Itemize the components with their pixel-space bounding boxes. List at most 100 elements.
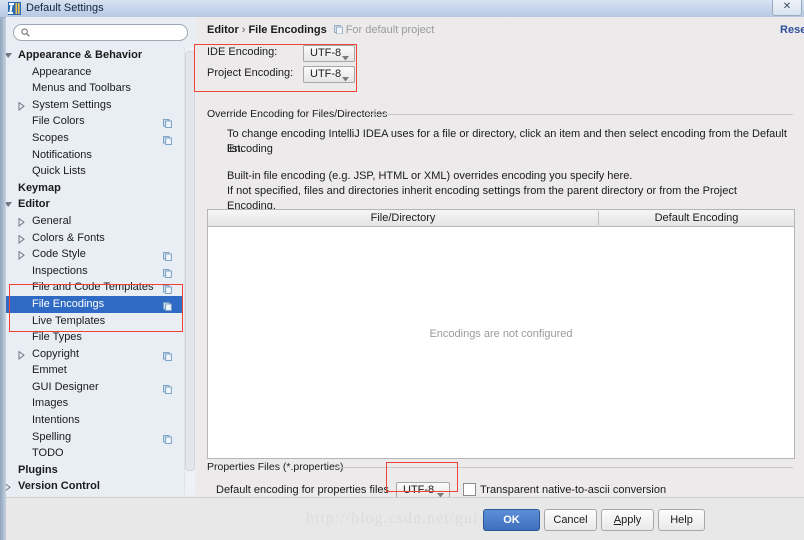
- sidebar-item-label: Plugins: [18, 463, 58, 476]
- sidebar-item-label: Live Templates: [32, 314, 106, 327]
- sidebar-item-file-colors[interactable]: File Colors: [6, 113, 182, 130]
- sidebar-item-system-settings[interactable]: System Settings: [6, 97, 182, 114]
- sidebar-item-label: Menus and Toolbars: [32, 82, 131, 95]
- project-encoding-label: Project Encoding:: [207, 67, 294, 79]
- chevron-right-icon[interactable]: [18, 213, 27, 230]
- sidebar-item-copyright[interactable]: Copyright: [6, 346, 182, 363]
- sidebar-item-spelling[interactable]: Spelling: [6, 429, 182, 446]
- encoding-settings-group: IDE Encoding: UTF-8 Project Encoding: UT…: [207, 43, 372, 85]
- breadcrumb-parent[interactable]: Editor: [207, 24, 239, 36]
- sidebar-item-label: Version Control: [18, 480, 100, 493]
- sidebar-item-intentions[interactable]: Intentions: [6, 412, 182, 429]
- sidebar-item-editor[interactable]: Editor: [6, 196, 182, 213]
- shared-settings-icon: [163, 283, 172, 295]
- dialog-footer: http://blog.csdn.net/guiying712 OK Cance…: [6, 497, 804, 540]
- properties-group-title: Properties Files (*.properties): [207, 461, 348, 473]
- shared-settings-icon: [163, 300, 172, 311]
- sidebar-item-label: File Types: [32, 331, 82, 344]
- breadcrumb-note-text: For default project: [345, 24, 435, 36]
- sidebar-item-file-types[interactable]: File Types: [6, 329, 182, 346]
- chevron-right-icon[interactable]: [18, 97, 27, 114]
- reset-link[interactable]: Reset: [780, 24, 804, 36]
- search-icon: [21, 28, 30, 37]
- sidebar-item-scopes[interactable]: Scopes: [6, 130, 182, 147]
- apply-button[interactable]: Apply: [601, 509, 654, 531]
- sidebar-item-label: Emmet: [32, 364, 67, 377]
- sidebar-item-label: Notifications: [32, 148, 92, 161]
- sidebar-item-label: System Settings: [32, 98, 112, 111]
- chevron-right-icon[interactable]: [18, 246, 27, 263]
- file-encodings-panel: Editor › File Encodings For default project…: [196, 17, 804, 499]
- sidebar-item-file-and-code-templates[interactable]: File and Code Templates: [6, 279, 182, 296]
- sidebar-item-version-control[interactable]: Version Control: [6, 478, 182, 495]
- sidebar-item-label: Appearance & Behavior: [18, 49, 143, 61]
- sidebar-item-label: Keymap: [18, 181, 61, 194]
- sidebar-item-todo[interactable]: TODO: [6, 445, 182, 462]
- window-title: Default Settings: [26, 2, 104, 14]
- intellij-idea-icon: [8, 2, 21, 15]
- project-encoding-combo[interactable]: UTF-8: [303, 66, 355, 83]
- chevron-right-icon[interactable]: [6, 478, 13, 495]
- sidebar-item-gui-designer[interactable]: GUI Designer: [6, 379, 182, 396]
- sidebar-item-general[interactable]: General: [6, 213, 182, 230]
- sidebar-item-label: Intentions: [32, 414, 80, 427]
- sidebar-item-label: File Colors: [32, 115, 85, 128]
- sidebar-item-notifications[interactable]: Notifications: [6, 147, 182, 164]
- chevron-down-icon: [342, 72, 349, 87]
- sidebar-item-label: Editor: [18, 198, 50, 211]
- shared-settings-icon: [163, 350, 172, 361]
- sidebar-item-appearance[interactable]: Appearance: [6, 64, 182, 81]
- chevron-down-icon[interactable]: [6, 47, 13, 64]
- breadcrumb-note: For default project: [333, 24, 435, 36]
- sidebar-item-quick-lists[interactable]: Quick Lists: [6, 163, 182, 180]
- chevron-right-icon[interactable]: [18, 230, 27, 247]
- sidebar-item-inspections[interactable]: Inspections: [6, 263, 182, 280]
- ide-encoding-combo[interactable]: UTF-8: [303, 45, 355, 62]
- transparent-conversion-checkbox[interactable]: [463, 483, 476, 496]
- sidebar-item-label: GUI Designer: [32, 380, 99, 393]
- cancel-button[interactable]: Cancel: [544, 509, 597, 531]
- sidebar-scrollbar-thumb[interactable]: [185, 51, 195, 471]
- chevron-down-icon[interactable]: [6, 196, 13, 213]
- ide-encoding-label: IDE Encoding:: [207, 46, 278, 58]
- sidebar-item-label: TODO: [32, 447, 64, 460]
- properties-group-divider: [336, 467, 793, 468]
- table-empty-message: Encodings are not configured: [429, 328, 573, 340]
- breadcrumb-current: File Encodings: [248, 24, 327, 36]
- encodings-table[interactable]: File/Directory Default Encoding Encoding…: [207, 209, 795, 459]
- shared-settings-icon: [163, 117, 172, 129]
- help-button[interactable]: Help: [658, 509, 705, 531]
- sidebar-item-menus-and-toolbars[interactable]: Menus and Toolbars: [6, 80, 182, 97]
- search-field-wrapper: [13, 24, 188, 41]
- sidebar-item-appearance-behavior[interactable]: Appearance & Behavior: [6, 47, 182, 64]
- sidebar-item-label: File and Code Templates: [32, 281, 154, 294]
- sidebar-item-images[interactable]: Images: [6, 395, 182, 412]
- apply-label-rest: pply: [621, 514, 642, 526]
- sidebar-item-label: Colors & Fonts: [32, 231, 105, 244]
- close-button[interactable]: ✕: [772, 0, 802, 16]
- chevron-right-icon[interactable]: [18, 346, 27, 363]
- sidebar-item-emmet[interactable]: Emmet: [6, 362, 182, 379]
- default-settings-window: Default Settings ✕ Appearance & Behavior…: [0, 0, 804, 540]
- ok-button[interactable]: OK: [483, 509, 540, 531]
- sidebar-item-live-templates[interactable]: Live Templates: [6, 313, 182, 330]
- sidebar-item-colors-fonts[interactable]: Colors & Fonts: [6, 230, 182, 247]
- transparent-conversion-label: Transparent native-to-ascii conversion: [480, 484, 667, 496]
- breadcrumb-separator: ›: [241, 24, 246, 36]
- sidebar-item-label: Inspections: [32, 264, 88, 277]
- sidebar-item-label: Spelling: [32, 430, 72, 443]
- sidebar-item-label: Quick Lists: [32, 165, 86, 178]
- sidebar-item-file-encodings[interactable]: File Encodings: [6, 295, 182, 313]
- breadcrumb: Editor › File Encodings For default project: [207, 24, 434, 36]
- sidebar-item-plugins[interactable]: Plugins: [6, 462, 182, 479]
- search-box[interactable]: [13, 24, 188, 41]
- apply-mnemonic: A: [613, 514, 622, 526]
- search-input[interactable]: [34, 26, 184, 41]
- settings-tree[interactable]: Appearance & Behavior Appearance Menus and…: [6, 47, 182, 497]
- properties-encoding-value: UTF-8: [403, 484, 435, 496]
- sidebar-item-label: General: [32, 214, 72, 227]
- sidebar-item-code-style[interactable]: Code Style: [6, 246, 182, 263]
- sidebar-item-keymap[interactable]: Keymap: [6, 180, 182, 197]
- shared-settings-icon: [163, 134, 172, 145]
- sidebar-item-label: Scopes: [32, 131, 69, 144]
